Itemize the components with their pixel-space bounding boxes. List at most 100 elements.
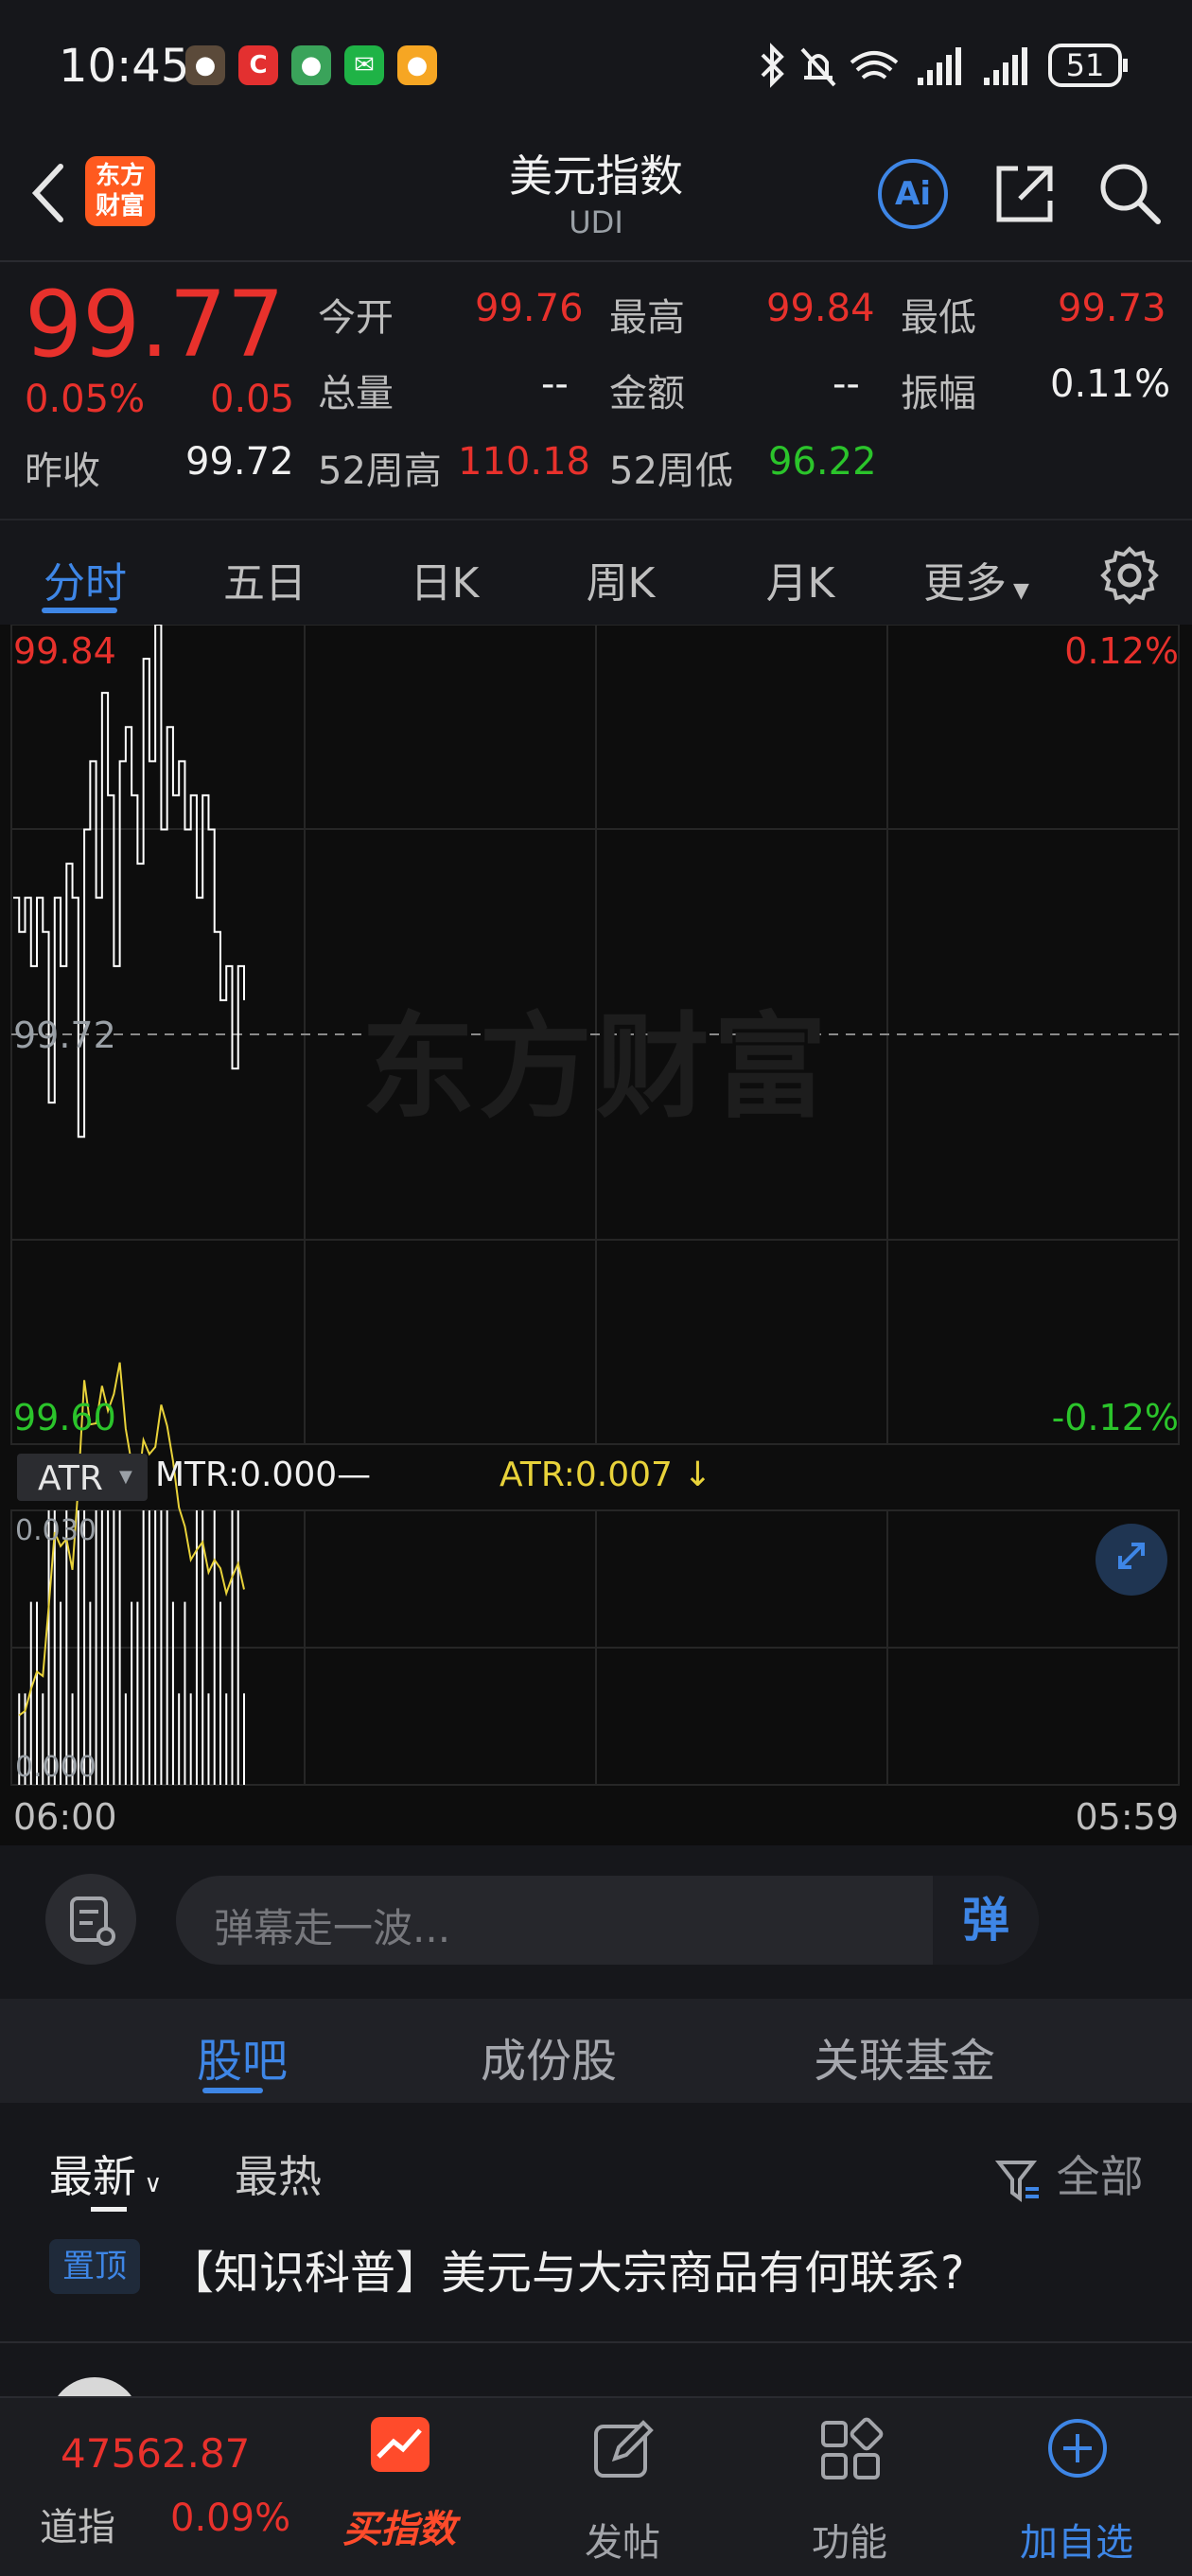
x-axis-end-label: 05:59 [1075,1796,1179,1838]
atr-value: ATR:0.007 ↓ [500,1456,712,1494]
sort-underline [91,2207,127,2212]
forum-tab-underline [202,2088,263,2093]
search-icon[interactable] [1096,159,1164,227]
index-name[interactable]: 道指 [40,2497,115,2551]
tab-monthly-k[interactable]: 月K [715,549,885,609]
danmaku-settings-button[interactable] [45,1874,136,1965]
tab-more[interactable]: 更多 ▼ [891,549,1061,609]
week52-high-label: 52周高 [318,450,442,493]
post-label: 发帖 [585,2521,660,2565]
amplitude-label: 振幅 [901,372,976,415]
dropdown-arrow-icon: ▼ [119,1467,132,1487]
pct-axis-top-label: 0.12% [1064,630,1179,672]
index-change[interactable]: 0.09% [170,2497,290,2540]
logo-text-bottom: 财富 [95,192,145,221]
tab-five-day[interactable]: 五日 [180,549,350,609]
amount-value: -- [833,362,860,406]
amplitude-value: 0.11% [1050,362,1171,406]
sub-y-top-label: 0.030 [15,1514,96,1547]
chevron-down-icon: ∨ [136,2170,163,2198]
tab-guba[interactable]: 股吧 [197,2023,288,2090]
forum-section: 最新 ∨ 最热 全部 置顶 【知识科普】美元与大宗商品有何联系? [0,2103,1192,2468]
mtr-value: MTR:0.000— [155,1456,372,1494]
danmaku-send-button[interactable]: 弹 [933,1876,1039,1965]
week52-low-value: 96.22 [768,440,877,484]
intraday-chart [10,625,1180,1786]
x-axis-start-label: 06:00 [13,1796,117,1838]
quote-panel: 99.77 0.05% 0.05 昨收 99.72 今开 99.76 最高 99… [0,262,1192,518]
page-subtitle: UDI [569,204,623,240]
volume-label: 总量 [318,372,394,415]
bluetooth-icon [761,43,784,88]
amount-label: 金额 [609,372,685,415]
atr-value-text: ATR:0.007 [500,1456,673,1494]
add-watchlist-button[interactable]: 加自选 [991,2398,1162,2576]
buy-index-label: 买指数 [342,2508,456,2551]
danmaku-input[interactable]: 弹幕走一波... 弹 [176,1876,1039,1965]
change-percent: 0.05% [25,378,146,421]
edit-icon [594,2420,654,2478]
danmaku-settings-icon [70,1897,115,1946]
wifi-icon [850,51,899,79]
index-value[interactable]: 47562.87 [61,2430,250,2477]
back-arrow-icon[interactable] [26,159,68,227]
sort-latest[interactable]: 最新 ∨ [49,2143,162,2205]
ai-assistant-button[interactable]: Ai [878,159,948,229]
dropdown-arrow-icon: ▼ [1007,579,1029,603]
header: 东方 财富 美元指数 UDI Ai [0,132,1192,262]
sort-latest-label: 最新 [49,2151,136,2202]
indicator-select[interactable]: ATR ▼ [17,1454,148,1501]
buy-index-button[interactable]: 买指数 [314,2398,484,2576]
chart-area[interactable]: 东方财富 99.84 99.72 99.60 0.12% -0.12% ATR … [0,625,1192,1845]
share-icon[interactable] [991,161,1058,227]
low-label: 最低 [901,296,976,340]
tab-weekly-k[interactable]: 周K [535,549,706,609]
tab-daily-k[interactable]: 日K [359,549,530,609]
forum-tabs: 股吧 成份股 关联基金 [0,1999,1192,2103]
comment-bar: 弹幕走一波... 弹 [0,1845,1192,1997]
down-arrow-icon: ↓ [672,1456,712,1494]
pinned-post-title[interactable]: 【知识科普】美元与大宗商品有何联系? [168,2235,964,2302]
bottom-nav: 47562.87 道指 0.09% 买指数 发帖 功能 加自选 [0,2396,1192,2576]
settings-gear-icon[interactable] [1099,545,1160,606]
change-amount: 0.05 [210,378,295,421]
sub-y-bottom-label: 0.000 [15,1751,96,1784]
battery-level: 51 [1065,47,1105,83]
divider [0,2341,1192,2343]
week52-high-value: 110.18 [458,440,590,484]
y-axis-top-label: 99.84 [13,630,116,672]
expand-icon [1118,1543,1145,1569]
filter-button[interactable]: 全部 [994,2143,1144,2205]
status-bar: 10:45 ● C ● ✉ ● 51 [0,0,1192,132]
post-button[interactable]: 发帖 [537,2398,708,2576]
fruit-app-icon: ● [291,45,331,85]
fullscreen-button[interactable] [1096,1524,1167,1596]
tab-more-label: 更多 [923,559,1008,608]
logo-text-top: 东方 [95,162,145,190]
status-time: 10:45 [59,40,190,93]
functions-button[interactable]: 功能 [764,2398,935,2576]
main-grid [10,625,1180,1786]
filter-icon [994,2160,1039,2202]
volume-value: -- [541,362,569,406]
functions-label: 功能 [812,2521,887,2565]
current-price: 99.77 [25,272,285,378]
prev-close-value: 99.72 [185,440,294,484]
tab-intraday[interactable]: 分时 [0,549,170,609]
prev-close-label: 昨收 [25,450,100,493]
app-notification-icon: ● [185,45,225,85]
y-axis-mid-label: 99.72 [13,1015,116,1056]
tab-constituents[interactable]: 成份股 [481,2023,617,2090]
pinned-badge: 置顶 [49,2239,140,2294]
wechat-icon: ✉ [344,45,384,85]
danmaku-placeholder: 弹幕走一波... [214,1905,451,1951]
sort-hot[interactable]: 最热 [235,2143,322,2205]
high-value: 99.84 [766,287,875,330]
grid-apps-icon [821,2417,884,2479]
tab-related-funds[interactable]: 关联基金 [814,2023,995,2090]
y-axis-bottom-label: 99.60 [13,1397,116,1438]
watermark-text: 东方财富 [361,1002,831,1134]
eastmoney-logo: 东方 财富 [85,156,155,226]
game-app-icon: ● [397,45,437,85]
open-value: 99.76 [475,287,584,330]
